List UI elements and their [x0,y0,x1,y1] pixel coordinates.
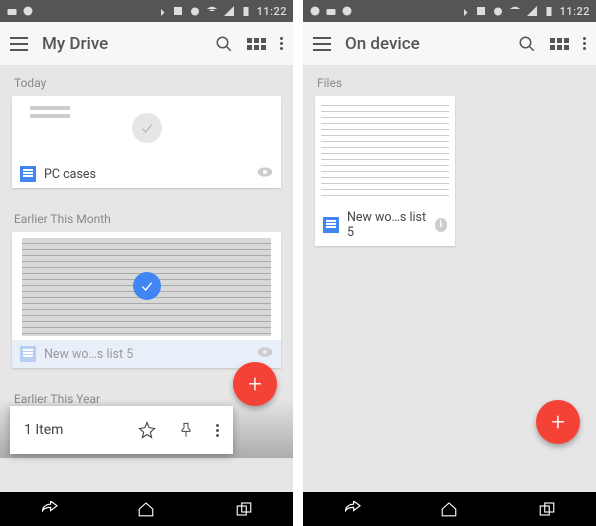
selection-action-bar: 1 Item [10,406,233,454]
menu-icon[interactable] [313,37,331,51]
nfc-icon [475,5,487,17]
pin-icon[interactable] [178,421,194,439]
cloud-check-icon [22,5,34,17]
status-bar: 11:22 [303,0,596,22]
check-icon [133,272,161,300]
bluetooth-icon [155,5,167,17]
nfc-icon [172,5,184,17]
view-list-icon[interactable] [247,38,266,50]
battery-icon [543,5,555,17]
file-card-pc-cases[interactable]: PC cases [12,96,281,188]
menu-icon[interactable] [10,37,28,51]
search-icon[interactable] [215,35,233,53]
view-list-icon[interactable] [550,38,569,50]
phone-right: 11:22 On device Files New wo…s list 5 i … [303,0,596,526]
fab-add[interactable]: + [233,362,277,406]
file-name: New wo…s list 5 [347,210,427,240]
signal-icon [526,5,538,17]
star-icon[interactable] [138,421,156,439]
alarm-icon [492,5,504,17]
nav-home[interactable] [136,500,156,518]
more-icon[interactable] [280,37,283,50]
fab-add[interactable]: + [536,400,580,444]
content-area: Files New wo…s list 5 i + [303,66,596,492]
nav-recent[interactable] [234,500,254,518]
file-card-new-words[interactable]: New wo…s list 5 [12,232,281,368]
snap-icon [6,5,18,17]
signal-icon [223,5,235,17]
wifi-icon [509,5,521,17]
phone-left: 11:22 My Drive Today PC cases Earl [0,0,293,526]
docs-icon [20,166,36,182]
status-bar: 11:22 [0,0,293,22]
page-title: On device [345,34,504,54]
content-area: Today PC cases Earlier This Month [0,66,293,492]
cloud-check-icon [341,5,353,17]
section-files: Files [303,66,596,96]
alarm-icon [189,5,201,17]
section-today: Today [0,66,293,96]
clock: 11:22 [257,5,287,18]
selection-count: 1 Item [24,422,63,438]
info-icon[interactable]: i [435,218,447,232]
search-icon[interactable] [518,35,536,53]
wifi-icon [206,5,218,17]
docs-icon [323,217,339,233]
nav-recent[interactable] [537,500,557,518]
app-bar: On device [303,22,596,66]
file-card-new-words[interactable]: New wo…s list 5 i [315,96,455,246]
check-icon [132,113,162,143]
nav-bar [303,492,596,526]
nav-bar [0,492,293,526]
more-icon[interactable] [583,37,586,50]
more-icon[interactable] [216,424,219,437]
battery-icon [240,5,252,17]
bluetooth-icon [458,5,470,17]
nav-home[interactable] [439,500,459,518]
eye-icon [257,166,273,182]
file-name: New wo…s list 5 [44,347,133,362]
sync-icon [309,5,321,17]
nav-back[interactable] [39,500,59,518]
file-name: PC cases [44,167,96,182]
page-title: My Drive [42,34,201,54]
snap-icon [325,5,337,17]
app-bar: My Drive [0,22,293,66]
eye-icon [257,346,273,362]
docs-icon [20,346,36,362]
clock: 11:22 [560,5,590,18]
section-earlier-month: Earlier This Month [0,202,293,232]
nav-back[interactable] [342,500,362,518]
